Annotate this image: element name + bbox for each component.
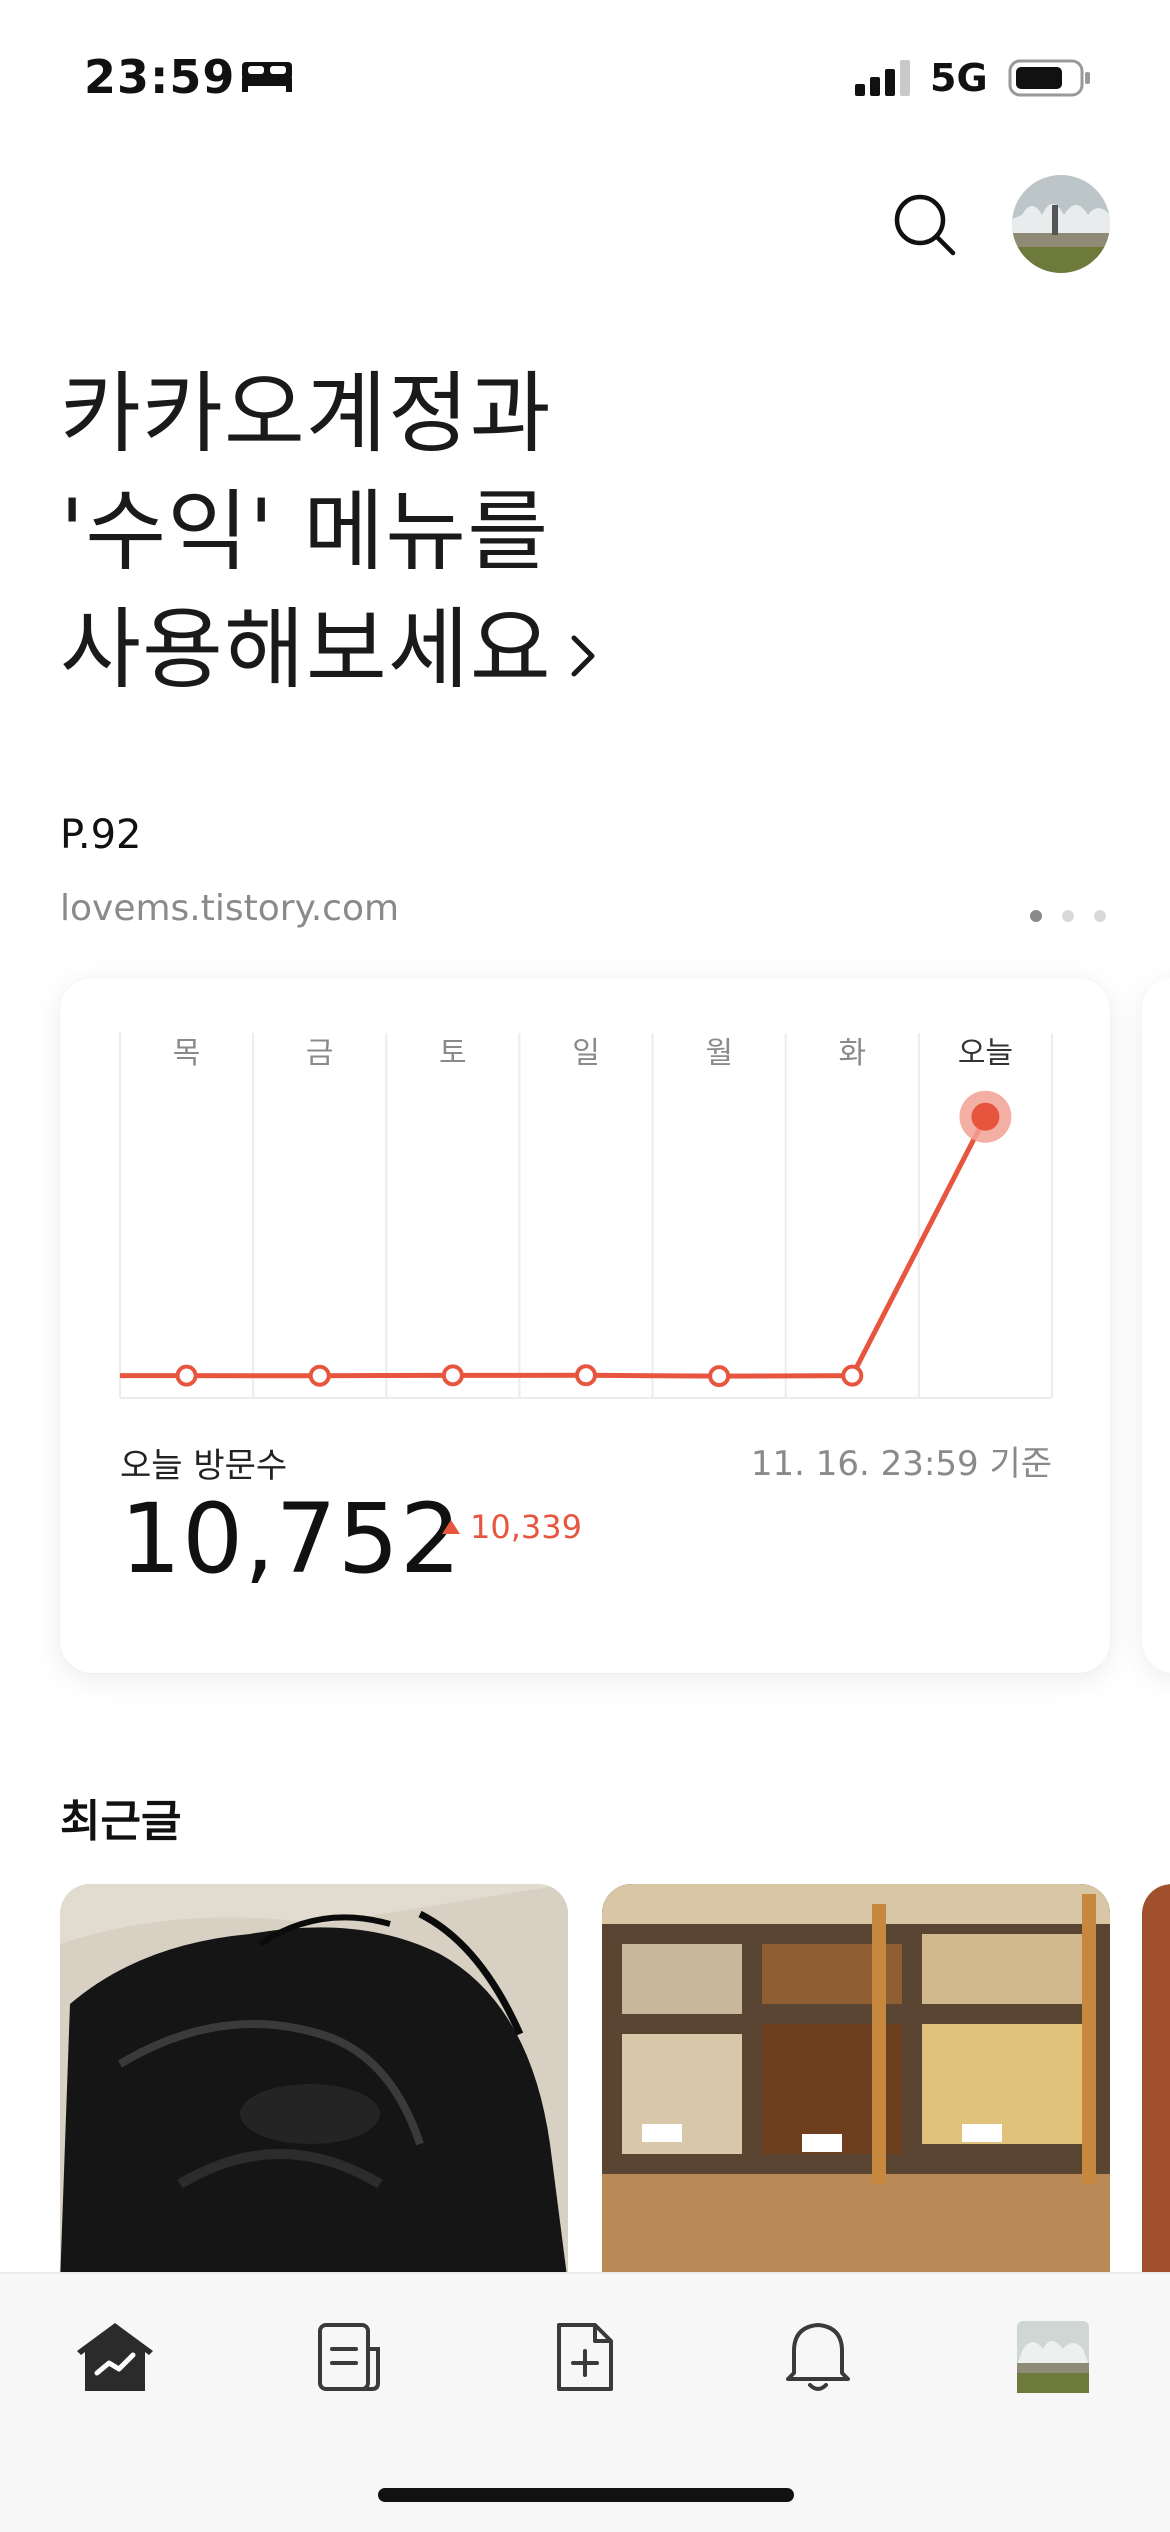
chart-x-tick-label: 토: [439, 1036, 467, 1071]
network-label: 5G: [930, 56, 988, 100]
chart-point: [708, 1365, 731, 1388]
chart-point: [175, 1364, 198, 1387]
post-thumbnail-bakery: [602, 1884, 1110, 2284]
status-time: 23:59: [84, 50, 236, 104]
notification-bell-icon: [786, 2323, 850, 2391]
chart-point: [575, 1364, 597, 1387]
avatar-image: [1012, 175, 1110, 273]
bed-icon: [242, 62, 292, 92]
chevron-right-icon: [571, 635, 595, 677]
tab-posts[interactable]: [305, 2312, 395, 2402]
chart-x-tick-label: 화: [838, 1036, 866, 1071]
hero-line-2: '수익' 메뉴를: [60, 480, 550, 583]
signal-icon: [855, 60, 910, 96]
chart-series-line: [184, 1114, 988, 1379]
page-dot-2: [1062, 910, 1074, 922]
chart-point: [441, 1364, 464, 1387]
home-indicator[interactable]: [378, 2488, 794, 2502]
new-post-icon: [557, 2323, 613, 2391]
chart-x-tick-label: 오늘: [958, 1036, 1013, 1071]
visitor-delta: 10,339: [442, 1508, 582, 1546]
profile-avatar[interactable]: [1012, 175, 1110, 273]
next-card-peek[interactable]: [1142, 978, 1170, 1673]
battery-icon: [1008, 59, 1090, 97]
chart-x-tick-label: 월: [705, 1036, 733, 1071]
chart-x-tick-label: 금: [306, 1036, 334, 1071]
blog-url: lovems.tistory.com: [60, 888, 400, 929]
recent-post-card-3-peek[interactable]: [1142, 1884, 1170, 2284]
tab-notifications[interactable]: [773, 2312, 863, 2402]
today-visitors-value: 10,752: [120, 1483, 462, 1595]
tab-new-post[interactable]: [540, 2312, 630, 2402]
hero-line-1: 카카오계정과: [60, 362, 552, 465]
recent-post-card-1[interactable]: [60, 1884, 568, 2284]
profile-avatar-icon: [1017, 2321, 1089, 2393]
tab-dashboard[interactable]: [70, 2312, 160, 2402]
chart-x-tick-label: 목: [173, 1036, 201, 1071]
hero-line-3: 사용해보세요: [60, 591, 602, 709]
stat-label: 오늘 방문수: [120, 1446, 288, 1486]
page-dot-1: [1030, 910, 1042, 922]
hero-line-3-text: 사용해보세요: [60, 598, 552, 701]
chart-point: [841, 1364, 864, 1387]
hero-banner[interactable]: 카카오계정과 '수익' 메뉴를 사용해보세요: [60, 355, 602, 709]
visitor-stats-card[interactable]: 목 금 토 일 월 화 오늘 오늘 방문수 11. 16. 23:59 기준 10,752 …: [60, 978, 1110, 1673]
blog-name[interactable]: P.92: [60, 812, 142, 858]
triangle-up-icon: [442, 1520, 460, 1534]
chart-point: [308, 1364, 331, 1387]
posts-document-icon: [318, 2323, 380, 2391]
chart-x-tick-label: 일: [572, 1036, 600, 1071]
post-thumbnail-bag: [60, 1884, 568, 2284]
dashboard-chart-icon: [77, 2323, 153, 2391]
visitor-line-chart: 목 금 토 일 월 화 오늘: [119, 1033, 1053, 1399]
recent-posts-title: 최근글: [60, 1796, 182, 1847]
search-icon: [894, 194, 956, 256]
chart-point: [971, 1102, 1000, 1131]
recent-post-card-2[interactable]: [602, 1884, 1110, 2284]
search-button[interactable]: [890, 190, 960, 260]
visitor-delta-value: 10,339: [470, 1508, 582, 1546]
page-indicator: [1030, 910, 1106, 922]
stat-as-of: 11. 16. 23:59 기준: [750, 1444, 1052, 1484]
page-dot-3: [1094, 910, 1106, 922]
tab-profile[interactable]: [1008, 2312, 1098, 2402]
app-screen: 23:59 5G 카카오계정과 '수익' 메뉴를 사용해보세요 P.92 lov…: [0, 0, 1170, 2532]
